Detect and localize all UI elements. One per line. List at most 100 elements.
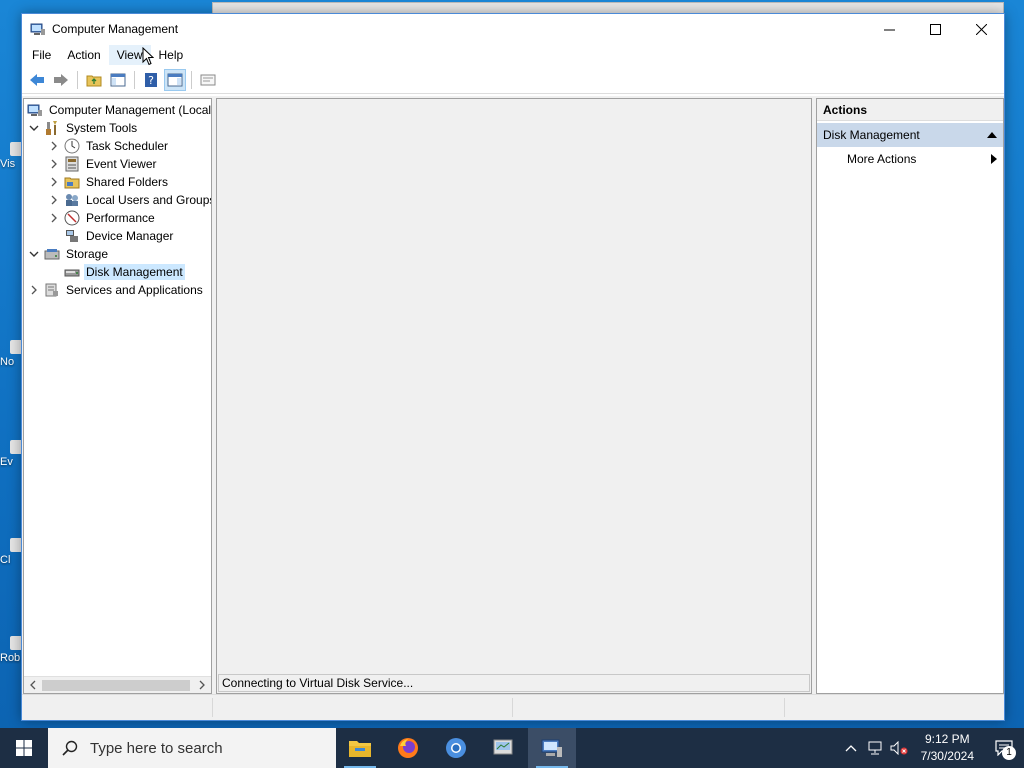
chevron-up-icon [845,745,857,752]
tree-item-task-scheduler[interactable]: Task Scheduler [48,137,170,155]
tree-item-disk-management[interactable]: Disk Management [64,263,185,281]
computer-management-icon [30,23,45,35]
tree-item-label: Disk Management [84,264,185,280]
desktop-icon-rob[interactable]: Rob [0,636,22,664]
window-title: Computer Management [52,22,179,36]
firefox-icon [398,738,418,758]
more-actions-item[interactable]: More Actions [817,147,1003,171]
search-placeholder: Type here to search [90,739,223,757]
tree-item-system-tools[interactable]: System Tools [28,119,139,137]
shared-folder-icon [64,177,80,189]
svg-text:?: ? [148,74,154,87]
event-viewer-icon [65,156,79,172]
minimize-button[interactable] [866,14,912,44]
forward-button[interactable] [50,69,72,91]
taskbar-chromium[interactable] [432,728,480,768]
tree-item-label: Storage [66,247,109,261]
actions-header: Actions [817,99,1003,121]
desktop-icon-ev[interactable]: Ev [0,440,22,468]
close-button[interactable] [958,14,1004,44]
expanded-chevron-icon[interactable] [28,122,40,134]
scroll-right-arrow-icon[interactable] [196,679,208,691]
collapsed-chevron-icon[interactable] [48,140,60,152]
status-bar [22,694,1004,720]
scrollbar-thumb[interactable] [42,680,190,691]
collapsed-chevron-icon[interactable] [48,176,60,188]
tree-item-label: Device Manager [86,229,174,243]
network-button[interactable] [863,728,887,768]
minimize-icon [883,29,895,30]
collapsed-chevron-icon[interactable] [28,284,40,296]
taskbar-search-box[interactable]: Type here to search [48,728,336,768]
folder-up-icon [86,75,102,86]
taskbar-file-explorer[interactable] [336,728,384,768]
search-icon [62,740,78,756]
actions-section-disk-management[interactable]: Disk Management [817,123,1003,147]
clock-date: 7/30/2024 [920,749,974,763]
collapse-arrow-icon[interactable] [987,131,997,139]
back-arrow-icon [30,73,44,86]
help-button[interactable]: ? [140,69,162,91]
back-button[interactable] [26,69,48,91]
desktop-icon-vis[interactable]: Vis [0,142,22,170]
computer-management-window: Computer Management File Action View Hel… [21,13,1005,721]
tree-horizontal-scrollbar[interactable] [24,676,211,693]
actions-section-label: Disk Management [823,128,920,142]
toolbar-separator [77,70,78,89]
tree-item-services-and-applications[interactable]: Services and Applications [28,281,205,299]
expanded-chevron-icon[interactable] [28,248,40,260]
taskbar-app-generic[interactable] [480,728,528,768]
start-button[interactable] [0,728,48,768]
clock[interactable]: 9:12 PM 7/30/2024 [911,731,984,765]
collapsed-chevron-icon[interactable] [48,212,60,224]
volume-muted-icon [890,741,908,755]
tree-item-shared-folders[interactable]: Shared Folders [48,173,170,191]
mouse-cursor-icon [142,47,154,66]
tree-item-performance[interactable]: Performance [48,209,157,227]
up-one-level-button[interactable] [83,69,105,91]
tree-item-label: Shared Folders [86,175,169,189]
menu-help[interactable]: Help [151,45,192,65]
network-icon [868,741,882,755]
show-hide-action-pane-button[interactable] [164,68,186,91]
tree-item-storage[interactable]: Storage [28,245,110,263]
menu-action[interactable]: Action [59,45,108,65]
tree-item-label: Event Viewer [86,157,157,171]
desktop-icon-cl[interactable]: Cl [0,538,22,566]
taskbar-computer-management[interactable] [528,728,576,768]
action-center-button[interactable]: 1 [984,728,1024,768]
tree-item-device-manager[interactable]: Device Manager [64,227,175,245]
show-hidden-icons-button[interactable] [839,728,863,768]
console-tree: Computer Management (Local System Tools … [23,98,212,694]
menu-file[interactable]: File [24,45,59,65]
menu-bar: File Action View Help [22,44,1004,66]
submenu-arrow-icon [991,154,997,164]
windows-logo-icon [16,740,32,756]
tree-item-local-users-and-groups[interactable]: Local Users and Groups [48,191,212,209]
toolbar: ? [22,66,1004,94]
tree-item-label: Performance [86,211,155,225]
services-icon [45,283,58,297]
volume-button[interactable] [887,728,911,768]
tree-item-computer-management[interactable]: Computer Management (Local [27,101,211,119]
tree-item-event-viewer[interactable]: Event Viewer [48,155,158,173]
show-hide-tree-button[interactable] [107,69,129,91]
close-icon [975,23,987,35]
toolbar-separator [191,70,192,89]
taskbar: Type here to search 9:12 PM 7/30/2024 1 [0,728,1024,768]
taskbar-firefox[interactable] [384,728,432,768]
desktop-icon-no[interactable]: No [0,340,22,368]
collapsed-chevron-icon[interactable] [48,158,60,170]
clock-time: 9:12 PM [924,732,970,746]
collapsed-chevron-icon[interactable] [48,194,60,206]
forward-arrow-icon [54,73,68,86]
maximize-button[interactable] [912,14,958,44]
tree-item-label: Local Users and Groups [86,193,212,207]
maximize-icon [929,23,941,35]
properties-button[interactable] [197,69,219,91]
help-icon: ? [145,72,157,87]
title-bar[interactable]: Computer Management [22,14,1004,44]
clock-icon [64,138,80,154]
scroll-left-arrow-icon[interactable] [27,679,39,691]
control-panel-icon [493,739,513,755]
